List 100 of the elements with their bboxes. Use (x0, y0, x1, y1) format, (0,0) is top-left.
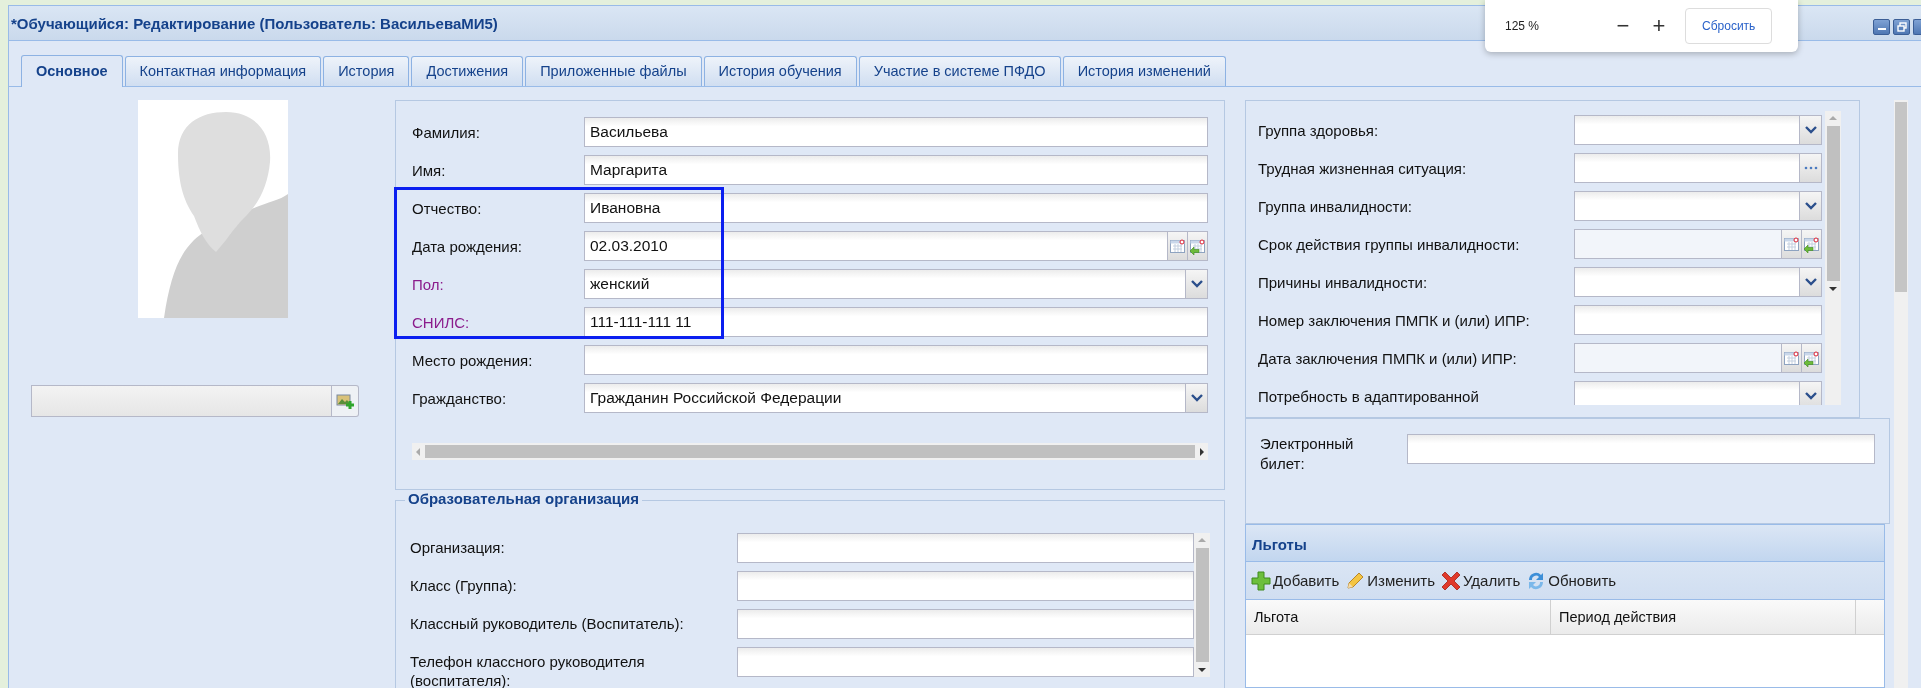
input-field[interactable]: Васильева (584, 117, 1208, 147)
dropdown-field[interactable] (1574, 191, 1800, 221)
fieldset-title: Образовательная организация (405, 490, 642, 507)
caret-icon (1804, 126, 1817, 134)
field-label: Пол: (412, 275, 445, 293)
plus-icon (1251, 570, 1271, 591)
tab[interactable]: История (323, 56, 410, 86)
vertical-scrollbar[interactable] (1894, 100, 1908, 688)
clear-date-button[interactable] (1188, 231, 1208, 261)
field-label: Дата заключения ПМПК и (или) ИПР: (1258, 349, 1518, 367)
input-field[interactable]: Ивановна (584, 193, 1208, 223)
window-title: *Обучающийся: Редактирование (Пользователь: ВасильеваМИ5) (11, 14, 498, 32)
vertical-scrollbar[interactable] (1194, 533, 1210, 677)
restore-button[interactable] (1893, 19, 1910, 35)
input-field[interactable] (584, 345, 1208, 375)
field-label: Имя: (412, 161, 447, 179)
dropdown-button[interactable] (1800, 191, 1822, 221)
calendar-icon (1783, 235, 1800, 253)
date-field[interactable]: 02.03.2010 (584, 231, 1168, 261)
scroll-down-icon (1828, 285, 1838, 293)
field-label: Срок действия группы инвалидности: (1258, 235, 1521, 253)
field-label: Группа инвалидности: (1258, 197, 1413, 215)
toolbar-button[interactable]: Добавить (1251, 570, 1340, 591)
scrollbar-thumb[interactable] (1195, 548, 1209, 662)
scrollbar-thumb[interactable] (1895, 102, 1907, 292)
input-field[interactable] (737, 533, 1194, 563)
column-header[interactable]: Льгота (1246, 600, 1551, 634)
select-button[interactable] (1800, 153, 1822, 183)
upload-photo-button[interactable] (332, 385, 359, 417)
dropdown-field[interactable]: Гражданин Российской Федерации (584, 383, 1186, 413)
field-label: Электронный билет: (1260, 434, 1355, 474)
toolbar-button[interactable]: Обновить (1526, 570, 1617, 591)
input-field[interactable] (1574, 305, 1822, 335)
tab[interactable]: Основное (21, 55, 123, 87)
horizontal-scrollbar[interactable] (412, 443, 1208, 460)
field-label: Трудная жизненная ситуация: (1258, 159, 1468, 177)
field-label: Потребность в адаптированной (1258, 387, 1480, 405)
field-label: Организация: (410, 538, 506, 557)
tab[interactable]: Приложенные файлы (525, 56, 702, 86)
input-field[interactable] (1407, 434, 1875, 464)
field-label: Гражданство: (412, 389, 508, 407)
caret-icon (1804, 202, 1817, 210)
field-label: СНИЛС: (412, 313, 471, 331)
input-field[interactable] (1574, 153, 1800, 183)
panel-header: Льготы (1246, 525, 1884, 562)
close-button[interactable] (1913, 19, 1921, 35)
minimize-button[interactable] (1873, 19, 1890, 35)
zoom-in-button[interactable]: + (1641, 14, 1677, 38)
toolbar-button[interactable]: Изменить (1345, 570, 1435, 591)
tab[interactable]: Участие в системе ПФДО (858, 56, 1061, 86)
dropdown-field[interactable] (1574, 381, 1800, 405)
scrollbar-thumb[interactable] (425, 445, 1195, 458)
scrollbar-thumb[interactable] (1826, 126, 1840, 281)
column-header[interactable]: Период действия (1551, 600, 1856, 634)
tab[interactable]: История обучения (703, 56, 857, 86)
field-label: Номер заключения ПМПК и (или) ИПР: (1258, 311, 1531, 329)
reset-button[interactable]: Сбросить (1685, 8, 1773, 44)
field-label: Отчество: (412, 199, 483, 217)
vertical-scrollbar[interactable] (1825, 111, 1841, 405)
field-label: Класс (Группа): (410, 576, 518, 595)
calendar-button[interactable] (1168, 231, 1188, 261)
field-label: Дата рождения: (412, 237, 523, 255)
toolbar-button[interactable]: Удалить (1440, 570, 1521, 591)
input-field[interactable] (737, 647, 1194, 677)
ellipsis-icon (1803, 166, 1818, 170)
clear-date-button[interactable] (1802, 343, 1822, 373)
scroll-left-icon (414, 446, 422, 457)
calendar-button[interactable] (1782, 343, 1802, 373)
input-field[interactable]: Маргарита (584, 155, 1208, 185)
cross-icon (1440, 570, 1461, 591)
tab[interactable]: Контактная информация (124, 56, 322, 86)
tab[interactable]: История изменений (1062, 56, 1226, 86)
restore-icon (1896, 22, 1907, 32)
caret-icon (1804, 392, 1817, 400)
scroll-right-icon (1198, 446, 1206, 457)
dropdown-button[interactable] (1800, 115, 1822, 145)
input-field[interactable]: 111-111-111 11 (584, 307, 1208, 337)
tab[interactable]: Достижения (411, 56, 524, 86)
dropdown-button[interactable] (1186, 383, 1208, 413)
photo-path-field[interactable] (31, 385, 332, 417)
zoom-level: 125 % (1505, 19, 1541, 33)
field-label: Фамилия: (412, 123, 481, 141)
dropdown-field[interactable] (1574, 115, 1800, 145)
dropdown-field[interactable]: женский (584, 269, 1186, 299)
field-label: Место рождения: (412, 351, 534, 369)
input-field[interactable] (737, 571, 1194, 601)
dropdown-button[interactable] (1186, 269, 1208, 299)
calendar-icon (1783, 349, 1800, 367)
calendar-button[interactable] (1782, 229, 1802, 259)
clear-date-button[interactable] (1802, 229, 1822, 259)
pencil-icon (1345, 570, 1366, 591)
field-label: Группа здоровья: (1258, 121, 1380, 139)
dropdown-button[interactable] (1800, 267, 1822, 297)
zoom-out-button[interactable]: − (1605, 14, 1641, 38)
input-field[interactable] (737, 609, 1194, 639)
dropdown-button[interactable] (1800, 381, 1822, 405)
dropdown-field[interactable] (1574, 267, 1800, 297)
caret-icon (1804, 278, 1817, 286)
caret-icon (1190, 394, 1203, 402)
caret-icon (1190, 280, 1203, 288)
